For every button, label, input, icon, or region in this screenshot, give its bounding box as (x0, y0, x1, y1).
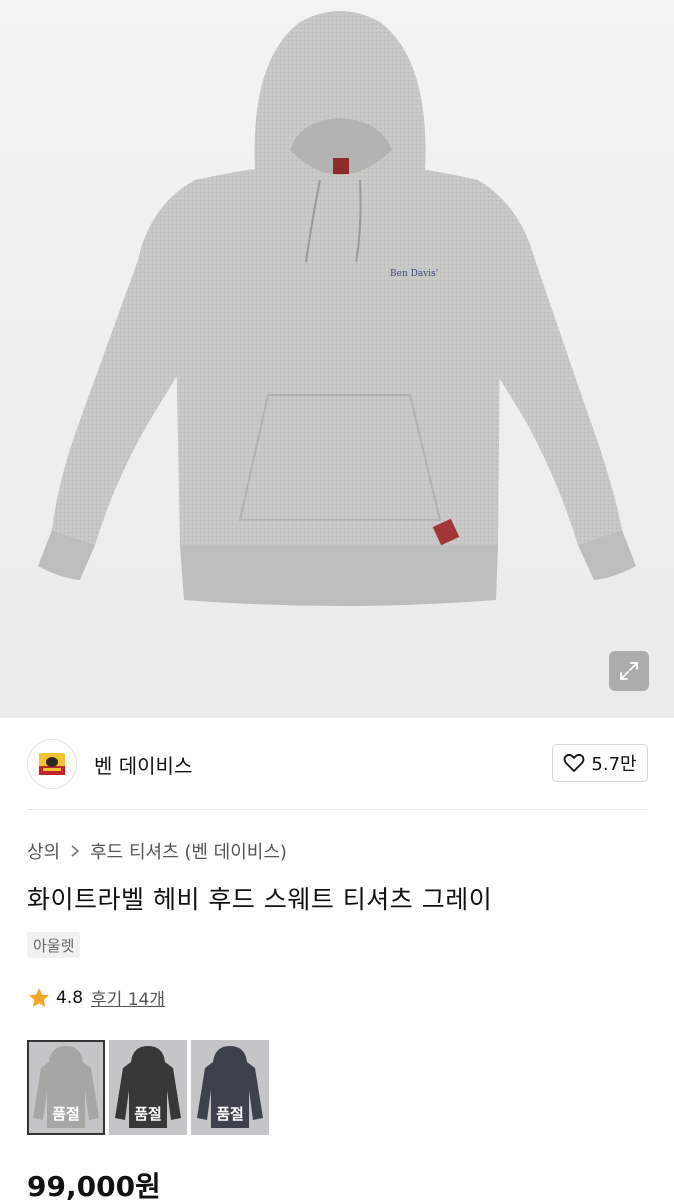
product-title: 화이트라벨 헤비 후드 스웨트 티셔츠 그레이 (27, 885, 493, 914)
like-count: 5.7만 (591, 754, 637, 775)
ben-davis-gorilla-logo (39, 753, 65, 775)
variant-black[interactable]: 품절 (109, 1040, 187, 1135)
outlet-badge: 아울렛 (27, 932, 81, 958)
expand-icon (620, 662, 638, 680)
product-image[interactable]: Ben Davis' (0, 0, 674, 718)
like-button[interactable]: 5.7만 (552, 744, 648, 782)
review-count-link[interactable]: 후기 14개 (91, 985, 165, 1010)
breadcrumb-item-top[interactable]: 상의 (27, 838, 60, 864)
breadcrumb-item-category[interactable]: 후드 티셔츠 (벤 데이비스) (90, 838, 287, 864)
rating-score: 4.8 (56, 987, 84, 1008)
soldout-label: 품절 (52, 1105, 80, 1123)
brand-name[interactable]: 벤 데이비스 (94, 750, 192, 779)
soldout-label: 품절 (216, 1105, 244, 1123)
product-price: 99,000원 (27, 1170, 161, 1200)
heart-outline-icon (564, 753, 585, 772)
soldout-label: 품절 (134, 1105, 162, 1123)
hoodie-illustration: Ben Davis' (38, 11, 636, 606)
chest-logo-text: Ben Davis' (390, 269, 438, 279)
variant-navy[interactable]: 품절 (191, 1040, 269, 1135)
star-icon (29, 987, 49, 1007)
rating: 4.8 후기 14개 (27, 985, 165, 1010)
brand-logo[interactable] (27, 739, 77, 789)
divider (27, 809, 648, 810)
expand-image-button[interactable] (609, 651, 649, 691)
brand-row: 벤 데이비스 5.7만 (27, 738, 648, 790)
variant-gray[interactable]: 품절 (27, 1040, 105, 1135)
variant-swatches: 품절 품절 품절 (27, 1040, 269, 1135)
breadcrumb: 상의 후드 티셔츠 (벤 데이비스) (27, 838, 287, 864)
chevron-right-icon (70, 844, 80, 858)
